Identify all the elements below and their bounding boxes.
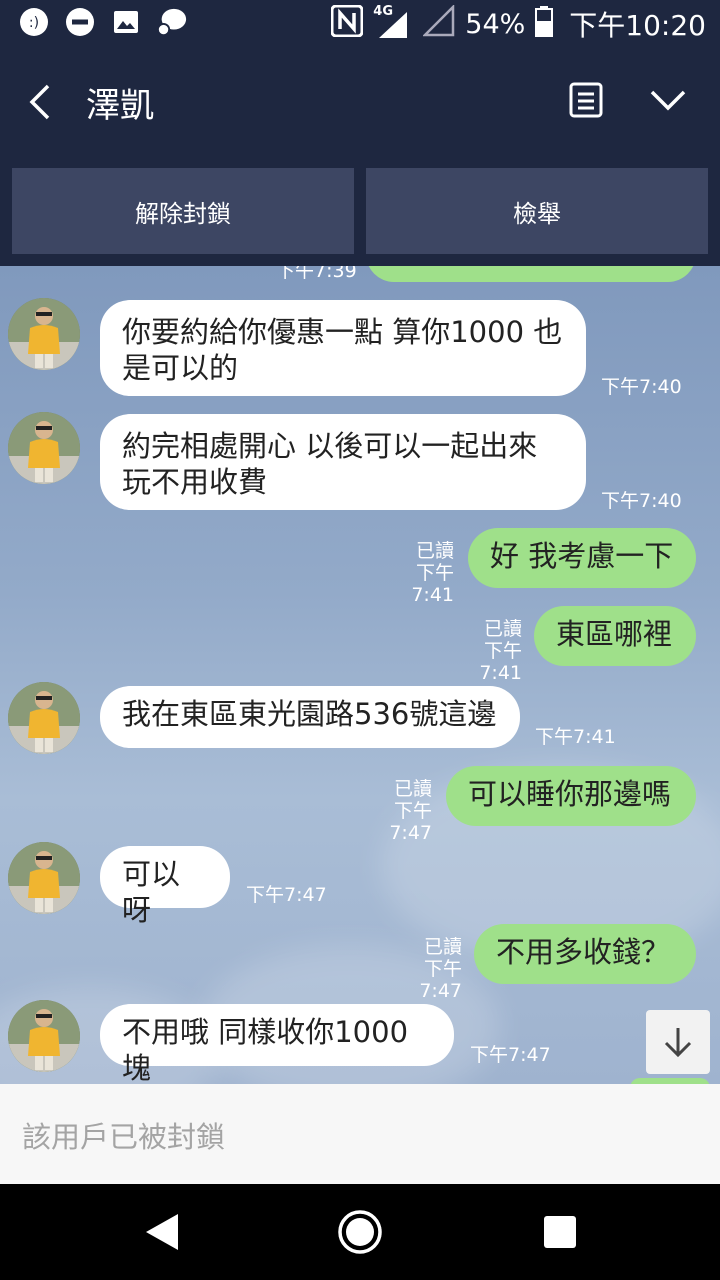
message-meta: 已讀 下午7:47 bbox=[384, 936, 462, 1002]
menu-button[interactable] bbox=[646, 76, 690, 124]
image-icon bbox=[110, 6, 142, 38]
avatar-image bbox=[8, 1000, 80, 1072]
notes-button[interactable] bbox=[564, 76, 608, 124]
signal-icon: 4G bbox=[373, 4, 413, 40]
message-meta: 已讀 下午7:47 bbox=[354, 778, 432, 844]
svg-text::): :) bbox=[29, 15, 39, 31]
message-time: 下午7:47 bbox=[470, 1044, 551, 1066]
chat-bubble-icon bbox=[156, 6, 188, 38]
read-receipt: 已讀 bbox=[415, 540, 454, 562]
input-bar: 該用戶已被封鎖 bbox=[0, 1084, 720, 1184]
message-time: 下午7:47 bbox=[246, 884, 327, 906]
message-time: 下午7:41 bbox=[479, 640, 522, 684]
minus-circle-icon bbox=[64, 6, 96, 38]
triangle-back-icon bbox=[146, 1214, 178, 1250]
home-circle-icon bbox=[338, 1210, 382, 1254]
battery-icon bbox=[535, 5, 554, 44]
message-bubble-out[interactable]: 不用多收錢？ bbox=[474, 924, 696, 984]
chat-title: 澤凱 bbox=[86, 86, 154, 126]
avatar[interactable] bbox=[8, 412, 80, 484]
block-bar: 解除封鎖 檢舉 bbox=[0, 156, 720, 266]
message-time: 下午7:41 bbox=[535, 726, 616, 748]
read-receipt: 已讀 bbox=[393, 778, 432, 800]
line-icon: :) bbox=[18, 6, 50, 38]
message-time: 下午7:47 bbox=[419, 958, 462, 1002]
message-meta: 已讀 下午7:41 bbox=[376, 540, 454, 606]
status-time: 下午10:20 bbox=[569, 9, 706, 42]
notes-icon bbox=[569, 82, 603, 118]
avatar[interactable] bbox=[8, 298, 80, 370]
message-meta: 已讀 下午7:41 bbox=[444, 618, 522, 684]
nav-recents-button[interactable] bbox=[544, 1216, 576, 1248]
message-bubble-in[interactable]: 可以呀 bbox=[100, 846, 230, 927]
avatar-image bbox=[8, 412, 80, 484]
partial-message-bubble bbox=[366, 266, 696, 282]
partial-message-time: 下午7:39 bbox=[276, 266, 357, 282]
avatar[interactable] bbox=[8, 842, 80, 914]
message-bubble-in[interactable]: 約完相處開心 以後可以一起出來玩不用收費 bbox=[100, 414, 586, 510]
message-bubble-out[interactable]: 好 我考慮一下 bbox=[468, 528, 696, 588]
chat-header: 澤凱 bbox=[0, 48, 720, 156]
nav-home-button[interactable] bbox=[336, 1208, 384, 1256]
status-bar: :) 4G 54% 下午10:20 bbox=[0, 0, 720, 48]
back-button[interactable] bbox=[20, 78, 64, 126]
message-time: 下午7:41 bbox=[411, 562, 454, 606]
message-bubble-out[interactable]: 東區哪裡 bbox=[534, 606, 696, 666]
message-bubble-in[interactable]: 你要約給你優惠一點 算你1000 也是可以的 bbox=[100, 300, 586, 396]
avatar-image bbox=[8, 842, 80, 914]
avatar-image bbox=[8, 298, 80, 370]
read-receipt: 已讀 bbox=[423, 936, 462, 958]
nav-back-button[interactable] bbox=[144, 1212, 180, 1252]
nfc-icon bbox=[330, 4, 364, 44]
message-time: 下午7:40 bbox=[601, 376, 682, 398]
avatar[interactable] bbox=[8, 682, 80, 754]
blocked-notice: 該用戶已被封鎖 bbox=[22, 1120, 226, 1154]
chevron-down-icon bbox=[650, 90, 686, 111]
chevron-left-icon bbox=[29, 84, 50, 120]
avatar-image bbox=[8, 682, 80, 754]
message-time: 下午7:40 bbox=[601, 490, 682, 512]
message-bubble-in[interactable]: 我在東區東光園路536號這邊 bbox=[100, 686, 520, 748]
read-receipt: 已讀 bbox=[483, 618, 522, 640]
message-time: 下午7:47 bbox=[389, 800, 432, 844]
message-bubble-out[interactable]: 可以睡你那邊嗎 bbox=[446, 766, 696, 826]
scroll-to-bottom-button[interactable] bbox=[646, 1010, 710, 1074]
navigation-bar bbox=[0, 1184, 720, 1280]
battery-percent: 54% bbox=[465, 8, 526, 40]
signal-empty-icon bbox=[422, 3, 455, 44]
report-button[interactable]: 檢舉 bbox=[366, 168, 708, 254]
unblock-button[interactable]: 解除封鎖 bbox=[12, 168, 354, 254]
message-bubble-in[interactable]: 不用哦 同樣收你1000塊 bbox=[100, 1004, 454, 1084]
avatar[interactable] bbox=[8, 1000, 80, 1072]
chat-area[interactable]: 下午7:39 你要約給你優惠一點 算你1000 也是可以的 下午7:40 約完相… bbox=[0, 266, 720, 1084]
arrow-down-icon bbox=[664, 1028, 692, 1058]
